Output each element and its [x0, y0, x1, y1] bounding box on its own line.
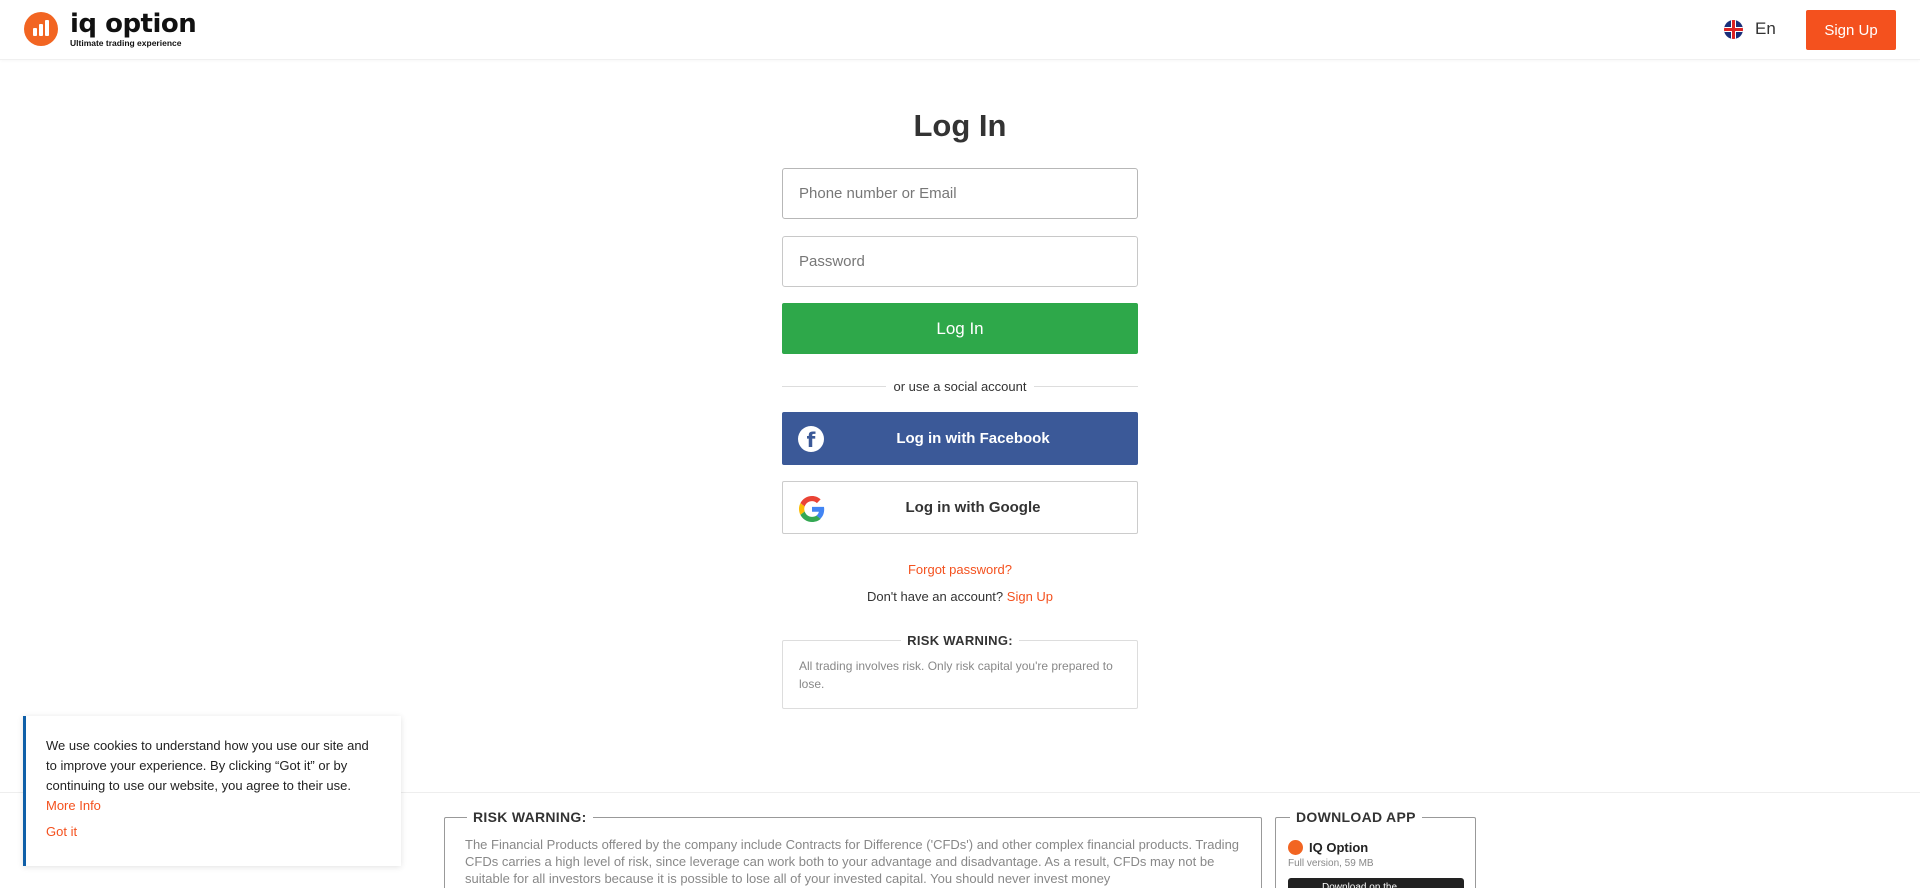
page-title: Log In [913, 108, 1007, 143]
cookie-text: We use cookies to understand how you use… [46, 738, 369, 793]
app-size: Full version, 59 MB [1288, 858, 1374, 869]
cookie-banner: We use cookies to understand how you use… [23, 716, 401, 866]
google-login-button[interactable]: Log in with Google [782, 481, 1138, 534]
footer-risk-title: RISK WARNING: [467, 809, 593, 825]
uk-flag-icon [1724, 19, 1743, 39]
cookie-got-it-button[interactable]: Got it [46, 824, 77, 839]
login-button[interactable]: Log In [782, 303, 1138, 354]
social-divider: or use a social account [782, 378, 1138, 394]
google-login-label: Log in with Google [905, 499, 1041, 516]
no-account-line: Don't have an account? Sign Up [0, 589, 1920, 604]
language-label: En [1755, 19, 1776, 38]
no-account-text: Don't have an account? [866, 589, 1004, 604]
header-signup-button[interactable]: Sign Up [1806, 10, 1896, 50]
risk-warning-title: RISK WARNING: [901, 633, 1019, 648]
identity-input[interactable] [782, 168, 1138, 219]
language-selector[interactable]: En [1724, 19, 1776, 39]
cookie-text-block: We use cookies to understand how you use… [46, 736, 376, 816]
facebook-icon: f [798, 426, 824, 452]
facebook-login-button[interactable]: f Log in with Facebook [782, 412, 1138, 465]
app-icon [1288, 840, 1303, 855]
forgot-password-link[interactable]: Forgot password? [0, 562, 1920, 577]
app-name-row: IQ Option [1288, 840, 1368, 855]
risk-warning-box: RISK WARNING: All trading involves risk.… [782, 633, 1138, 709]
app-name: IQ Option [1309, 840, 1369, 855]
download-app-title: DOWNLOAD APP [1290, 809, 1422, 825]
logo-icon [24, 12, 58, 47]
app-store-button[interactable]: Download on the [1288, 878, 1464, 888]
logo-name: iq option [70, 9, 197, 39]
social-divider-text: or use a social account [893, 378, 1027, 394]
google-icon [799, 496, 825, 522]
footer-risk-warning: RISK WARNING: The Financial Products off… [444, 809, 1262, 888]
header: iq option Ultimate trading experience En… [0, 0, 1920, 60]
logo-tagline: Ultimate trading experience [70, 38, 182, 48]
download-app-box: DOWNLOAD APP IQ Option Full version, 59 … [1275, 809, 1476, 888]
facebook-login-label: Log in with Facebook [896, 430, 1050, 447]
password-input[interactable] [782, 236, 1138, 287]
signup-link[interactable]: Sign Up [1007, 589, 1053, 604]
footer-risk-text: The Financial Products offered by the co… [465, 837, 1240, 886]
cookie-more-info-link[interactable]: More Info [46, 798, 101, 813]
logo[interactable]: iq option Ultimate trading experience [24, 9, 197, 48]
risk-warning-text: All trading involves risk. Only risk cap… [799, 659, 1113, 691]
